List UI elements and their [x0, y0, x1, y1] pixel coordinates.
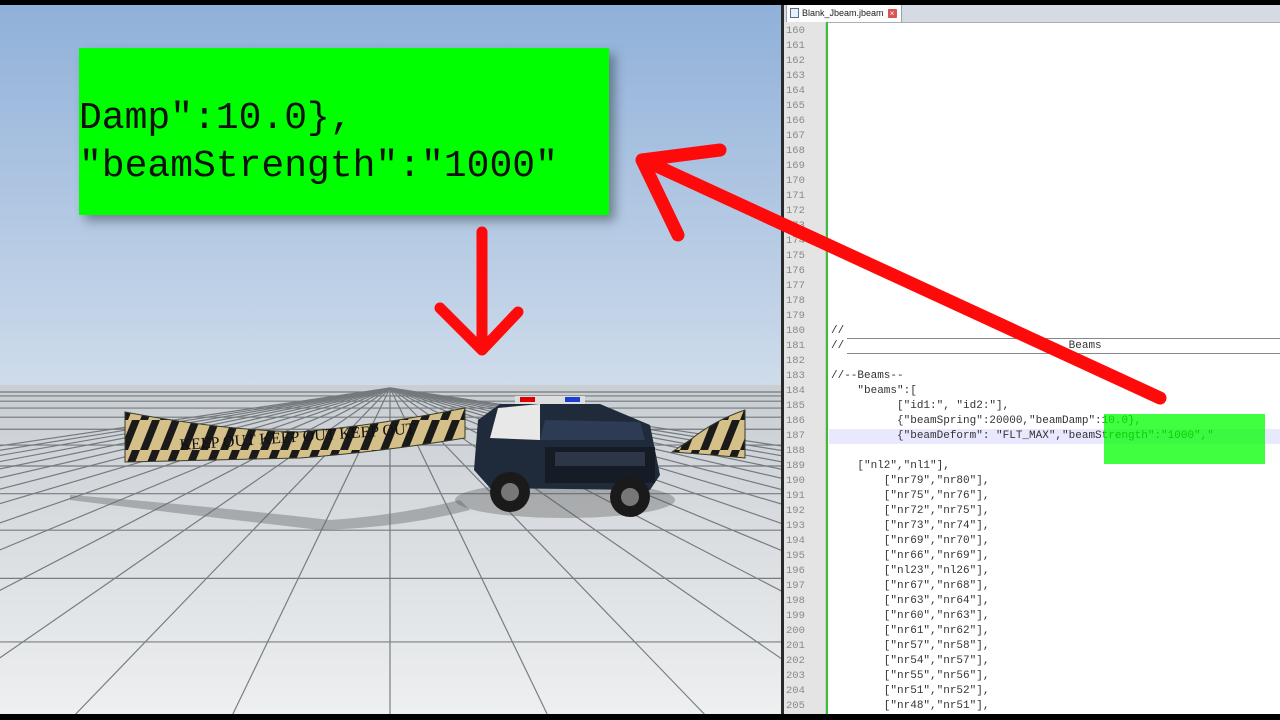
line-number: 170	[786, 175, 805, 187]
line-number: 180	[786, 325, 805, 337]
line-number: 201	[786, 640, 805, 652]
line-number: 199	[786, 610, 805, 622]
line-number: 197	[786, 580, 805, 592]
line-number: 173	[786, 220, 805, 232]
line-number: 166	[786, 115, 805, 127]
line-number: 203	[786, 670, 805, 682]
line-number: 190	[786, 475, 805, 487]
code-line[interactable]: ["nl2","nl1"],	[831, 459, 949, 474]
line-number: 198	[786, 595, 805, 607]
line-number: 185	[786, 400, 805, 412]
file-icon	[790, 8, 799, 18]
code-line[interactable]: ["nr48","nr51"],	[831, 699, 990, 714]
code-editor[interactable]: Blank_Jbeam.jbeam × //// Beams //--Beams-…	[781, 0, 1280, 720]
code-line[interactable]: {"beamSpring":20000,"beamDamp":10.0},	[831, 414, 1141, 429]
line-number: 171	[786, 190, 805, 202]
line-number: 167	[786, 130, 805, 142]
line-number: 162	[786, 55, 805, 67]
line-number: 181	[786, 340, 805, 352]
code-line[interactable]: "beams":[	[831, 384, 916, 399]
line-number: 182	[786, 355, 805, 367]
line-number: 205	[786, 700, 805, 712]
line-number: 169	[786, 160, 805, 172]
zoom-callout: Damp":10.0}, "beamStrength":"1000"	[79, 48, 609, 215]
code-line[interactable]: ["id1:", "id2:"],	[831, 399, 1009, 414]
line-number: 168	[786, 145, 805, 157]
line-number: 164	[786, 85, 805, 97]
code-line[interactable]: ["nr63","nr64"],	[831, 594, 990, 609]
code-line[interactable]: ["nr54","nr57"],	[831, 654, 990, 669]
line-number: 192	[786, 505, 805, 517]
zoom-line-2: "beamStrength":"1000"	[79, 145, 558, 188]
code-line[interactable]: ["nr57","nr58"],	[831, 639, 990, 654]
code-line[interactable]: ["nr67","nr68"],	[831, 579, 990, 594]
code-line[interactable]: ["nl23","nl26"],	[831, 564, 990, 579]
line-number: 183	[786, 370, 805, 382]
code-line[interactable]: ["nr73","nr74"],	[831, 519, 990, 534]
line-number: 174	[786, 235, 805, 247]
letterbox-bottom	[0, 714, 1280, 720]
line-number: 186	[786, 415, 805, 427]
line-number: 189	[786, 460, 805, 472]
line-number: 188	[786, 445, 805, 457]
line-number: 178	[786, 295, 805, 307]
tab-file[interactable]: Blank_Jbeam.jbeam ×	[786, 3, 902, 22]
line-number: 184	[786, 385, 805, 397]
code-line[interactable]: ["nr51","nr52"],	[831, 684, 990, 699]
line-number: 176	[786, 265, 805, 277]
line-number: 193	[786, 520, 805, 532]
line-number: 179	[786, 310, 805, 322]
code-line[interactable]: ["nr60","nr63"],	[831, 609, 990, 624]
line-number: 194	[786, 535, 805, 547]
line-number: 187	[786, 430, 805, 442]
code-line[interactable]: ["nr66","nr69"],	[831, 549, 990, 564]
close-icon[interactable]: ×	[887, 8, 897, 18]
fold-margin	[826, 22, 828, 720]
code-line[interactable]: ["nr69","nr70"],	[831, 534, 990, 549]
code-line[interactable]: // Beams	[831, 339, 1102, 354]
line-number: 195	[786, 550, 805, 562]
zoom-line-1: Damp":10.0},	[79, 97, 353, 140]
line-number: 175	[786, 250, 805, 262]
code-line[interactable]: ["nr75","nr76"],	[831, 489, 990, 504]
game-viewport[interactable]: KEEP OUT KEEP OUT KEEP OUT Damp":10.0}, …	[0, 0, 781, 720]
tab-title: Blank_Jbeam.jbeam	[802, 8, 884, 18]
code-line[interactable]: //	[831, 324, 844, 339]
selection-highlight	[1104, 414, 1265, 464]
code-line[interactable]: ["nr61","nr62"],	[831, 624, 990, 639]
code-line[interactable]: ["nr79","nr80"],	[831, 474, 990, 489]
line-number: 165	[786, 100, 805, 112]
line-number: 196	[786, 565, 805, 577]
code-line[interactable]: ["nr55","nr56"],	[831, 669, 990, 684]
line-number: 177	[786, 280, 805, 292]
line-number: 163	[786, 70, 805, 82]
line-number: 202	[786, 655, 805, 667]
code-line[interactable]: //--Beams--	[831, 369, 904, 384]
code-line[interactable]: ["nr72","nr75"],	[831, 504, 990, 519]
line-number: 172	[786, 205, 805, 217]
line-number: 161	[786, 40, 805, 52]
line-number: 191	[786, 490, 805, 502]
letterbox-top	[0, 0, 1280, 5]
line-number: 200	[786, 625, 805, 637]
line-number: 204	[786, 685, 805, 697]
line-number: 160	[786, 25, 805, 37]
